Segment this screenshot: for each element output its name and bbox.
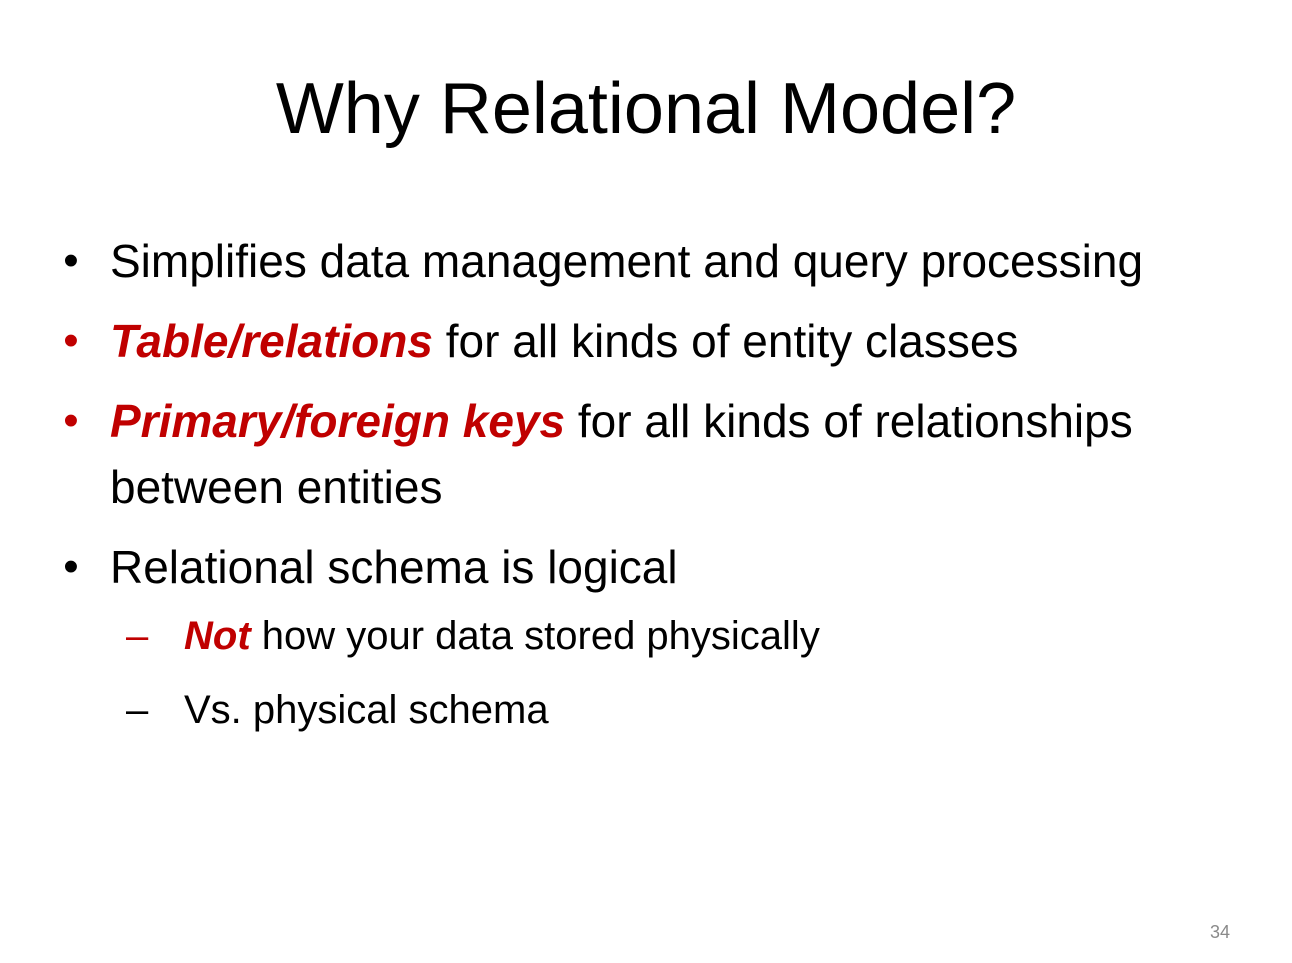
bullet-item-1: • Simplifies data management and query p… xyxy=(56,228,1236,294)
bullet-marker: • xyxy=(63,396,79,445)
bullet-emphasis: Table/relations xyxy=(110,315,433,367)
page-number: 34 xyxy=(1209,922,1230,942)
sub-bullet-list: – Not how your data stored physically – … xyxy=(110,606,1236,740)
slide-title: Why Relational Model? xyxy=(275,69,1017,149)
sub-bullet-marker: – xyxy=(126,688,149,732)
bullet-text: Simplifies data management and query pro… xyxy=(110,235,1144,287)
bullet-emphasis: Primary/foreign keys xyxy=(110,395,566,447)
bullet-item-4: • Relational schema is logical – Not how… xyxy=(56,534,1236,740)
sub-bullet-item-1: – Not how your data stored physically xyxy=(126,606,1236,666)
sub-bullet-text: how your data stored physically xyxy=(250,614,820,658)
bullet-list: • Simplifies data management and query p… xyxy=(56,228,1236,754)
bullet-marker: • xyxy=(63,236,79,285)
bullet-item-3: • Primary/foreign keys for all kinds of … xyxy=(56,388,1236,520)
sub-bullet-marker: – xyxy=(126,614,149,658)
sub-bullet-emphasis: Not xyxy=(184,614,251,658)
bullet-text: Relational schema is logical xyxy=(110,541,678,593)
sub-bullet-item-2: – Vs. physical schema xyxy=(126,680,1236,740)
bullet-text: for all kinds of entity classes xyxy=(432,315,1019,367)
bullet-marker: • xyxy=(63,316,79,365)
sub-bullet-text: Vs. physical schema xyxy=(184,688,549,732)
bullet-marker: • xyxy=(63,542,79,591)
slide: Why Relational Model? • Simplifies data … xyxy=(0,0,1292,963)
bullet-item-2: • Table/relations for all kinds of entit… xyxy=(56,308,1236,374)
